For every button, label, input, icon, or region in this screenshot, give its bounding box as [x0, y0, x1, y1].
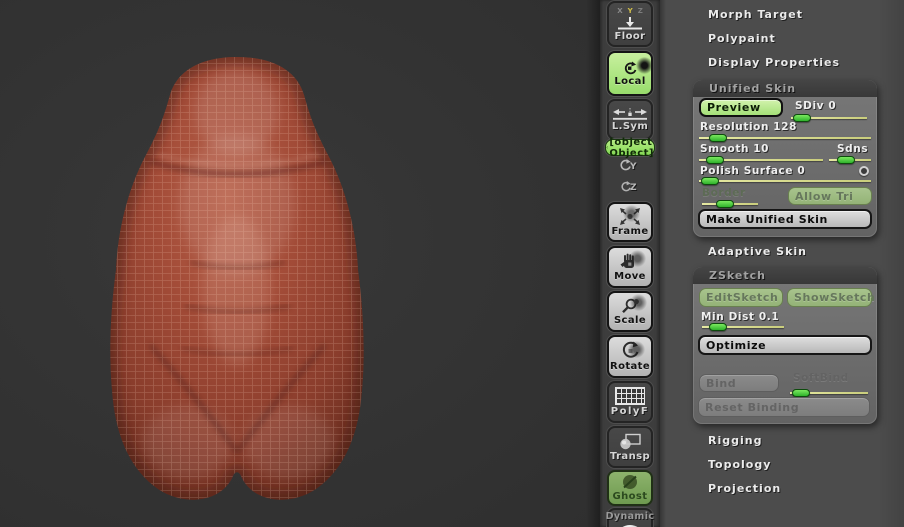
min-dist-slider[interactable]	[702, 323, 784, 332]
sdiv-slider[interactable]	[791, 114, 867, 123]
smooth-label: Smooth 10	[700, 143, 770, 155]
ghost-icon	[620, 474, 640, 490]
polish-surface-slider[interactable]	[699, 177, 871, 186]
dynamic-label: Dynamic	[605, 511, 655, 522]
section-topology[interactable]: Topology	[708, 458, 771, 471]
tool-subpalettes-panel: Morph Target Polypaint Display Propertie…	[660, 0, 904, 527]
zbrush-window: X Y Z Floor Local L.Sym [object Object] …	[0, 0, 904, 527]
sdiv-label: SDiv 0	[795, 100, 837, 112]
rotate-y-button[interactable]: Y	[618, 159, 637, 172]
local-button[interactable]: Local	[607, 51, 653, 96]
floor-button[interactable]: X Y Z Floor	[607, 1, 653, 47]
polish-surface-label: Polish Surface 0	[700, 165, 806, 177]
section-rigging[interactable]: Rigging	[708, 434, 762, 447]
frame-button[interactable]: Frame	[607, 202, 653, 242]
zsketch-panel: ZSketch EditSketch ShowSketch Min Dist 0…	[693, 267, 877, 424]
rotate-button[interactable]: Rotate	[607, 335, 653, 378]
section-projection[interactable]: Projection	[708, 482, 781, 495]
section-morph-target[interactable]: Morph Target	[708, 8, 803, 21]
resolution-label: Resolution 128	[700, 121, 798, 133]
rotate-label: Rotate	[609, 361, 651, 372]
section-polypaint[interactable]: Polypaint	[708, 32, 776, 45]
optimize-button[interactable]: Optimize	[698, 335, 872, 355]
scale-button[interactable]: Scale	[607, 291, 653, 332]
rotate-arrow-icon	[606, 146, 609, 149]
unified-skin-preview-model[interactable]	[0, 0, 600, 527]
local-pivot-icon	[622, 56, 653, 75]
xyz-label: [object Object]	[609, 136, 654, 159]
border-slider[interactable]	[702, 200, 758, 209]
frame-label: Frame	[611, 225, 649, 237]
sdns-label: Sdns	[837, 143, 869, 155]
polish-mode-toggle-icon[interactable]	[859, 166, 869, 176]
ghost-button[interactable]: Ghost	[607, 470, 653, 506]
floor-grid-icon	[617, 16, 643, 30]
frame-icon	[617, 204, 643, 225]
floor-label: Floor	[614, 30, 646, 42]
polyf-label: PolyF	[610, 406, 650, 417]
scale-label: Scale	[613, 314, 647, 326]
border-label: Border	[702, 187, 746, 199]
local-label: Local	[614, 75, 646, 87]
polyframe-button[interactable]: PolyF	[607, 381, 653, 423]
polyframe-grid-icon	[615, 387, 645, 405]
viewport-canvas[interactable]	[0, 0, 600, 527]
zsketch-header[interactable]: ZSketch	[693, 267, 877, 284]
smooth-slider[interactable]	[699, 156, 823, 165]
local-symmetry-icon	[613, 107, 647, 120]
min-dist-label: Min Dist 0.1	[701, 311, 780, 323]
resolution-slider[interactable]	[699, 134, 871, 143]
lsym-button[interactable]: L.Sym	[607, 99, 653, 140]
unified-skin-panel: Unified Skin Preview SDiv 0 Resolution 1…	[693, 80, 877, 237]
dynamic-button[interactable]: Dynamic	[605, 508, 655, 527]
transp-label: Transp	[609, 450, 651, 462]
section-adaptive-skin[interactable]: Adaptive Skin	[708, 245, 807, 258]
show-sketch-button[interactable]: ShowSketch	[787, 288, 875, 307]
unified-skin-header[interactable]: Unified Skin	[693, 80, 877, 97]
transparency-icon	[618, 433, 642, 450]
section-display-properties[interactable]: Display Properties	[708, 56, 840, 69]
move-button[interactable]: Move	[607, 246, 653, 288]
canvas-edge-shadow	[586, 0, 600, 527]
hand-move-icon	[619, 249, 646, 270]
transparency-button[interactable]: Transp	[607, 426, 653, 468]
floor-axes: X Y Z	[617, 6, 643, 15]
ghost-label: Ghost	[612, 491, 648, 502]
magnifier-scale-icon	[620, 293, 647, 314]
soft-bind-label: SoftBind	[793, 372, 849, 384]
sdns-slider[interactable]	[829, 156, 871, 165]
move-label: Move	[614, 270, 646, 282]
preview-button[interactable]: Preview	[699, 98, 783, 117]
allow-tri-button[interactable]: Allow Tri	[788, 187, 872, 205]
rotate-icon	[620, 341, 645, 360]
edit-sketch-button[interactable]: EditSketch	[699, 288, 783, 307]
rotate-z-button[interactable]: Z	[619, 181, 637, 193]
lsym-label: L.Sym	[611, 120, 649, 132]
right-shelf-toolbar: X Y Z Floor Local L.Sym [object Object] …	[600, 0, 660, 527]
reset-binding-button[interactable]: Reset Binding	[698, 397, 870, 417]
bind-button[interactable]: Bind	[699, 374, 779, 392]
xyz-rotation-lock-button[interactable]: [object Object]	[605, 136, 655, 159]
make-unified-skin-button[interactable]: Make Unified Skin	[698, 209, 872, 229]
